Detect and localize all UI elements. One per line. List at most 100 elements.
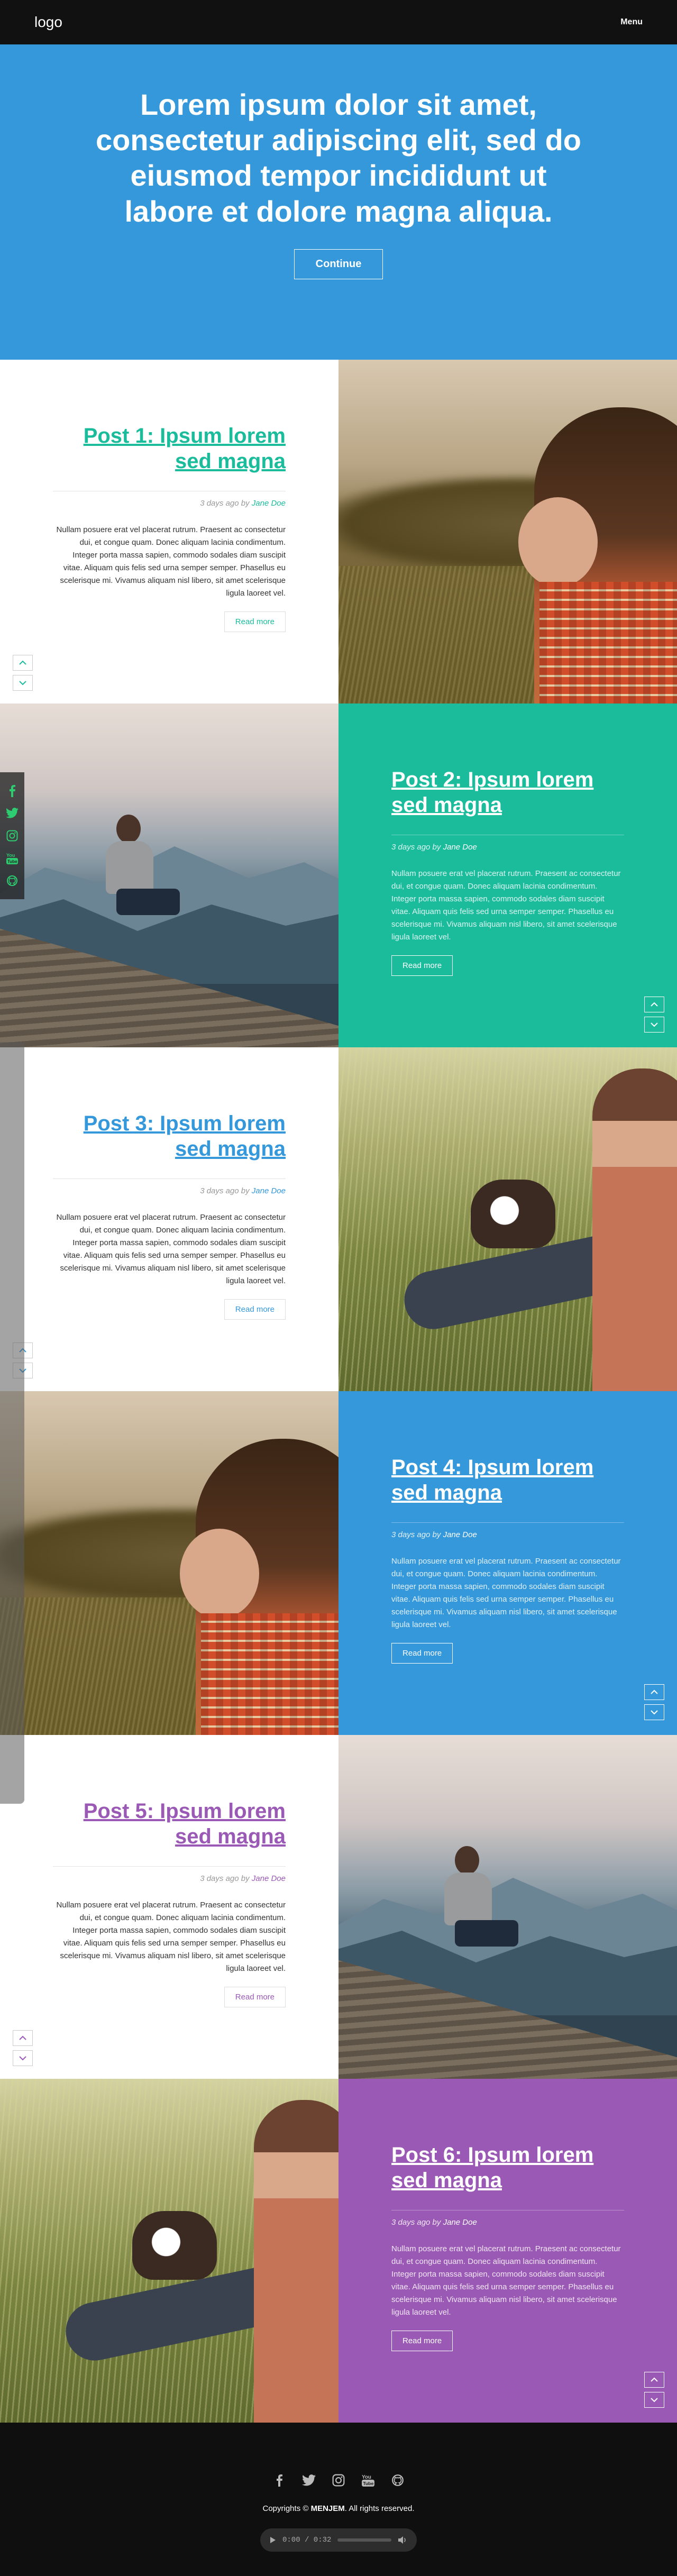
chevron-down-icon xyxy=(19,681,26,686)
post-meta: 3 days ago by Jane Doe xyxy=(53,1186,286,1195)
post-excerpt: Nullam posuere erat vel placerat rutrum.… xyxy=(391,869,621,942)
arrow-up-button[interactable] xyxy=(13,655,33,671)
play-icon[interactable] xyxy=(270,2536,276,2544)
arrow-down-button[interactable] xyxy=(644,1017,664,1033)
arrow-down-button[interactable] xyxy=(13,2050,33,2066)
post-1-photo xyxy=(338,360,677,704)
svg-text:You: You xyxy=(362,2474,371,2480)
post-author[interactable]: Jane Doe xyxy=(252,1874,286,1883)
post-6-content: Post 6: Ipsum lorem sed magna 3 days ago… xyxy=(338,2079,677,2423)
github-icon[interactable] xyxy=(389,2471,407,2489)
arrow-up-button[interactable] xyxy=(644,2372,664,2388)
post-date: 3 days ago by xyxy=(391,2218,441,2227)
facebook-icon[interactable] xyxy=(270,2471,288,2489)
post-date: 3 days ago by xyxy=(391,1530,441,1539)
top-navbar: logo Menu xyxy=(0,0,677,44)
read-more-button[interactable]: Read more xyxy=(224,1987,286,2007)
chevron-up-icon xyxy=(651,2377,658,2382)
hero-banner: Lorem ipsum dolor sit amet, consectetur … xyxy=(0,44,677,360)
read-more-button[interactable]: Read more xyxy=(391,955,453,976)
continue-button[interactable]: Continue xyxy=(294,249,383,279)
post-3-photo xyxy=(338,1047,677,1391)
post-2-content: Post 2: Ipsum lorem sed magna 3 days ago… xyxy=(338,704,677,1047)
post-date: 3 days ago by xyxy=(200,1186,250,1195)
post-title[interactable]: Post 5: Ipsum lorem sed magna xyxy=(53,1798,286,1849)
instagram-icon[interactable] xyxy=(330,2471,347,2489)
arrow-down-button[interactable] xyxy=(644,1704,664,1720)
divider xyxy=(391,1522,624,1523)
side-rail xyxy=(0,1042,24,1804)
post-title[interactable]: Post 3: Ipsum lorem sed magna xyxy=(53,1111,286,1162)
post-meta: 3 days ago by Jane Doe xyxy=(391,2218,624,2227)
post-meta: 3 days ago by Jane Doe xyxy=(391,843,624,852)
svg-text:Tube: Tube xyxy=(7,859,17,864)
player-progress[interactable] xyxy=(337,2538,391,2542)
post-author[interactable]: Jane Doe xyxy=(443,1530,477,1539)
post-excerpt: Nullam posuere erat vel placerat rutrum.… xyxy=(56,1213,286,1285)
chevron-down-icon xyxy=(19,2056,26,2061)
read-more-button[interactable]: Read more xyxy=(224,1299,286,1320)
post-4-photo xyxy=(0,1391,338,1735)
copyright-prefix: Copyrights © xyxy=(262,2504,309,2513)
svg-text:Tube: Tube xyxy=(363,2481,373,2486)
logo[interactable]: logo xyxy=(34,14,62,31)
post-title[interactable]: Post 4: Ipsum lorem sed magna xyxy=(391,1455,624,1505)
post-3: Post 3: Ipsum lorem sed magna 3 days ago… xyxy=(0,1047,677,1391)
arrow-down-button[interactable] xyxy=(13,675,33,691)
audio-player: 0:00 / 0:32 xyxy=(260,2528,417,2552)
read-more-button[interactable]: Read more xyxy=(391,2331,453,2351)
post-title[interactable]: Post 1: Ipsum lorem sed magna xyxy=(53,423,286,474)
arrow-up-button[interactable] xyxy=(644,1684,664,1700)
post-meta: 3 days ago by Jane Doe xyxy=(391,1530,624,1539)
github-icon[interactable] xyxy=(5,873,20,888)
post-2-photo xyxy=(0,704,338,1047)
post-6: Post 6: Ipsum lorem sed magna 3 days ago… xyxy=(0,2079,677,2423)
player-time: 0:00 / 0:32 xyxy=(282,2536,332,2544)
post-nav-arrows xyxy=(13,655,33,691)
social-sidebar: You Tube xyxy=(0,772,24,899)
arrow-up-button[interactable] xyxy=(644,997,664,1012)
post-title[interactable]: Post 2: Ipsum lorem sed magna xyxy=(391,767,624,818)
post-date: 3 days ago by xyxy=(200,499,250,508)
post-author[interactable]: Jane Doe xyxy=(252,499,286,508)
post-author[interactable]: Jane Doe xyxy=(252,1186,286,1195)
post-1: Post 1: Ipsum lorem sed magna 3 days ago… xyxy=(0,360,677,704)
post-3-content: Post 3: Ipsum lorem sed magna 3 days ago… xyxy=(0,1047,338,1391)
post-excerpt: Nullam posuere erat vel placerat rutrum.… xyxy=(56,1901,286,1973)
facebook-icon[interactable] xyxy=(5,783,20,798)
post-date: 3 days ago by xyxy=(391,843,441,852)
youtube-icon[interactable]: You Tube xyxy=(359,2471,377,2489)
footer-social-links: You Tube xyxy=(0,2471,677,2489)
twitter-icon[interactable] xyxy=(5,806,20,820)
copyright-suffix: . All rights reserved. xyxy=(344,2504,415,2513)
post-excerpt: Nullam posuere erat vel placerat rutrum.… xyxy=(56,525,286,598)
instagram-icon[interactable] xyxy=(5,828,20,843)
read-more-button[interactable]: Read more xyxy=(391,1643,453,1664)
post-author[interactable]: Jane Doe xyxy=(443,843,477,852)
post-5-content: Post 5: Ipsum lorem sed magna 3 days ago… xyxy=(0,1735,338,2079)
post-4: Post 4: Ipsum lorem sed magna 3 days ago… xyxy=(0,1391,677,1735)
arrow-down-button[interactable] xyxy=(644,2392,664,2408)
chevron-up-icon xyxy=(651,1689,658,1694)
read-more-button[interactable]: Read more xyxy=(224,611,286,632)
post-5: Post 5: Ipsum lorem sed magna 3 days ago… xyxy=(0,1735,677,2079)
post-date: 3 days ago by xyxy=(200,1874,250,1883)
post-meta: 3 days ago by Jane Doe xyxy=(53,499,286,508)
brand-name: MENJEM xyxy=(310,2504,345,2513)
menu-button[interactable]: Menu xyxy=(620,17,643,27)
chevron-down-icon xyxy=(651,2398,658,2403)
post-5-photo xyxy=(338,1735,677,2079)
volume-icon[interactable] xyxy=(398,2536,407,2544)
twitter-icon[interactable] xyxy=(300,2471,318,2489)
post-6-photo xyxy=(0,2079,338,2423)
youtube-icon[interactable]: You Tube xyxy=(5,851,20,866)
post-2: Post 2: Ipsum lorem sed magna 3 days ago… xyxy=(0,704,677,1047)
arrow-up-button[interactable] xyxy=(13,2030,33,2046)
post-excerpt: Nullam posuere erat vel placerat rutrum.… xyxy=(391,1557,621,1629)
post-title[interactable]: Post 6: Ipsum lorem sed magna xyxy=(391,2142,624,2193)
footer: You Tube Copyrights © MENJEM. All rights … xyxy=(0,2423,677,2576)
chevron-up-icon xyxy=(651,1002,658,1007)
copyright-text: Copyrights © MENJEM. All rights reserved… xyxy=(0,2504,677,2513)
post-author[interactable]: Jane Doe xyxy=(443,2218,477,2227)
hero-headline: Lorem ipsum dolor sit amet, consectetur … xyxy=(96,88,581,228)
